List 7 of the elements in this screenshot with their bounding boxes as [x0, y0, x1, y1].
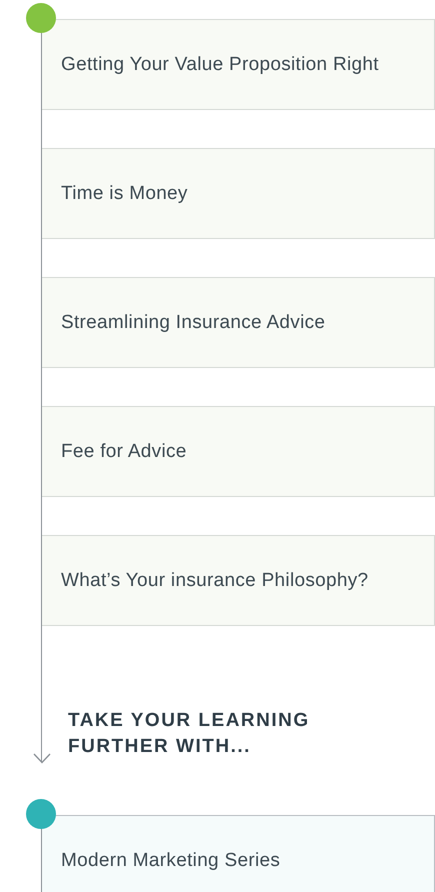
- course-card[interactable]: Streamlining Insurance Advice: [42, 277, 435, 368]
- course-card[interactable]: Time is Money: [42, 148, 435, 239]
- section-heading: TAKE YOUR LEARNING FURTHER WITH...: [68, 709, 311, 759]
- course-card[interactable]: Getting Your Value Proposition Right: [42, 19, 435, 110]
- course-card[interactable]: Fee for Advice: [42, 406, 435, 497]
- course-card[interactable]: What’s Your insurance Philosophy?: [42, 535, 435, 626]
- course-card[interactable]: Modern Marketing Series: [42, 815, 435, 892]
